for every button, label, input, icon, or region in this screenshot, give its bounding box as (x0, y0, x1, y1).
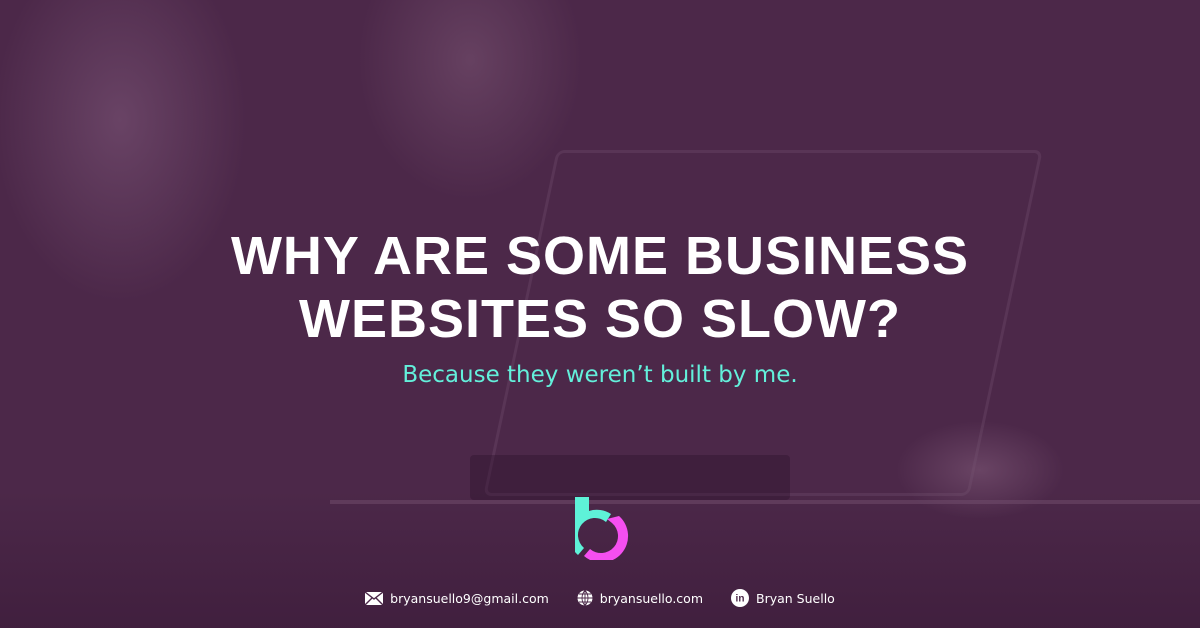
email-text[interactable]: bryansuello9@gmail.com (390, 591, 549, 606)
linkedin-contact[interactable]: in Bryan Suello (731, 589, 835, 607)
linkedin-text[interactable]: Bryan Suello (756, 591, 835, 606)
linkedin-icon: in (731, 589, 750, 607)
headline-line2: WEBSITES SO SLOW? (298, 289, 901, 349)
svg-text:in: in (736, 594, 745, 605)
subtitle: Because they weren’t built by me. (402, 362, 798, 388)
globe-icon (577, 590, 593, 606)
headline-line1: WHY ARE SOME BUSINESS (230, 226, 970, 286)
keyboard-image (470, 455, 790, 500)
website-contact[interactable]: bryansuello.com (577, 589, 703, 607)
desk-edge (330, 500, 1200, 504)
email-contact[interactable]: bryansuello9@gmail.com (365, 589, 549, 607)
envelope-icon (365, 591, 384, 605)
headline: WHY ARE SOME BUSINESS WEBSITES SO SLOW? (0, 225, 1200, 351)
contact-footer: bryansuello9@gmail.com bryansuello.com i… (0, 589, 1200, 607)
website-text[interactable]: bryansuello.com (600, 591, 703, 606)
logo-icon (575, 497, 629, 560)
